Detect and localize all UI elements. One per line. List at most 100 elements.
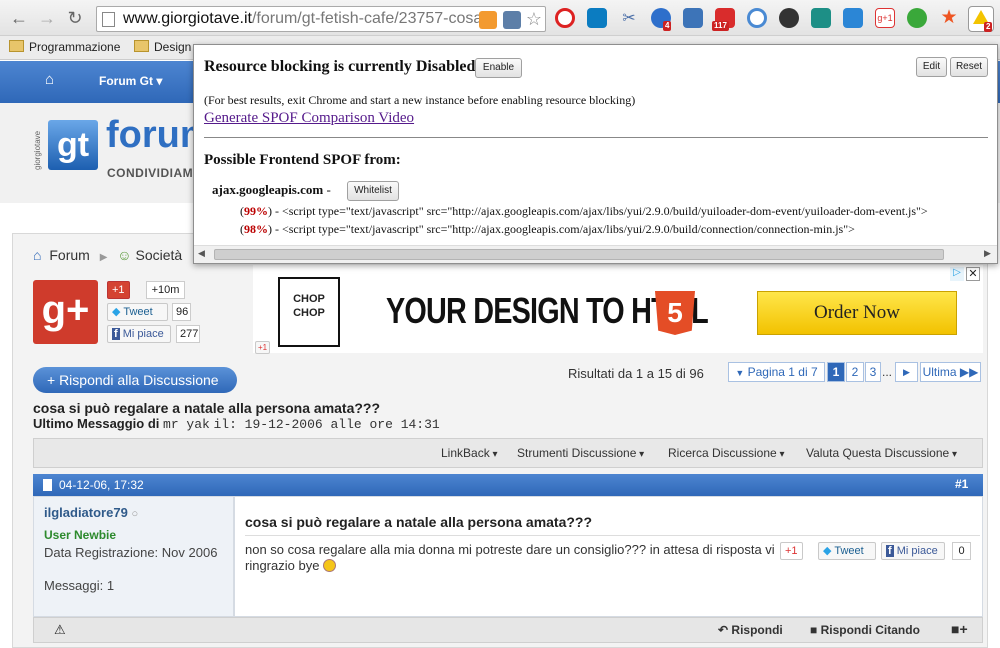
favorite-star-icon[interactable]: ★ <box>939 8 959 28</box>
scrollbar-thumb[interactable] <box>214 249 944 260</box>
tweet-label: Tweet <box>123 306 153 318</box>
logo-mark[interactable]: gt <box>48 120 98 170</box>
post-like-count: 0 <box>952 542 971 560</box>
adchoices-icon[interactable]: ▷ <box>950 267 964 281</box>
reply-thread-button[interactable]: + Rispondi alla Discussione <box>33 367 237 393</box>
popup-note: (For best results, exit Chrome and start… <box>204 93 636 107</box>
back-icon[interactable]: ← <box>8 7 30 29</box>
spof-host: ajax.googleapis.com - <box>212 182 331 198</box>
post-twitter-icon: ◆ <box>823 545 832 557</box>
bookmark-folder-programmazione[interactable]: Programmazione <box>9 40 120 54</box>
robot-icon[interactable] <box>907 8 927 28</box>
pager-next[interactable]: ▶ <box>895 362 918 382</box>
report-warning-icon[interactable]: ⚠ <box>54 622 66 638</box>
spof-script-1: (99%) - <script type="text/javascript" s… <box>240 204 928 218</box>
spof-heading: Possible Frontend SPOF from: <box>204 152 401 168</box>
mail-badge: 4 <box>663 21 672 31</box>
gear-icon[interactable] <box>779 8 799 28</box>
screen-icon[interactable] <box>683 8 703 28</box>
address-bar[interactable]: www.giorgiotave.it/forum/gt-fetish-cafe/… <box>96 6 546 32</box>
forward-icon[interactable]: → <box>36 7 58 29</box>
twitter-icon: ◆ <box>112 306 121 318</box>
page-1[interactable]: 1 <box>827 362 845 382</box>
browser-toolbar: ← → ↻ www.giorgiotave.it/forum/gt-fetish… <box>0 0 1000 36</box>
post-count: Messaggi: 1 <box>44 578 115 593</box>
spof-script-2-text: - <script type="text/javascript" src="ht… <box>275 222 855 236</box>
logo-side-text: giorgiotave <box>33 130 42 170</box>
edit-button[interactable]: Edit <box>916 57 947 77</box>
quote-bubble-icon: ■ <box>810 623 818 637</box>
ad-order-button[interactable]: Order Now <box>757 291 957 335</box>
post-date: 04-12-06, 17:32 <box>59 478 144 492</box>
last-message-user[interactable]: mr yak <box>163 417 210 432</box>
reload-icon[interactable]: ↻ <box>64 7 86 29</box>
quote-post-button[interactable]: ■ Rispondi Citando <box>810 623 920 637</box>
tablet-icon[interactable] <box>843 8 863 28</box>
post-author-panel: ilgladiatore79 ○ User Newbie Data Regist… <box>33 496 234 617</box>
bookmark-folder-design[interactable]: Design <box>134 40 191 54</box>
bookmark-manager-icon[interactable] <box>503 11 521 29</box>
home-small-icon[interactable]: ⌂ <box>33 247 41 263</box>
tool-linkback[interactable]: LinkBack <box>441 446 498 460</box>
wave-icon[interactable] <box>811 8 831 28</box>
page-3[interactable]: 3 <box>865 362 881 382</box>
adblock-icon[interactable] <box>555 8 575 28</box>
gplus-logo[interactable]: g+ <box>33 280 98 344</box>
whitelist-button[interactable]: Whitelist <box>347 181 399 201</box>
spof-script-1-text: - <script type="text/javascript" src="ht… <box>275 204 928 218</box>
reply-post-label: Rispondi <box>731 623 783 637</box>
page-icon <box>102 12 115 27</box>
smiley-icon <box>323 559 337 572</box>
spof-popup: Resource blocking is currently Disabled … <box>193 44 998 264</box>
post-title: cosa si può regalare a natale alla perso… <box>245 514 593 530</box>
pager-last[interactable]: Ultima ▶▶ <box>920 362 981 382</box>
home-icon[interactable]: ⌂ <box>45 71 54 88</box>
rings-icon[interactable] <box>747 8 767 28</box>
generate-video-link[interactable]: Generate SPOF Comparison Video <box>204 110 414 127</box>
gplus-button[interactable]: +1 <box>107 281 130 299</box>
breadcrumb: ⌂ Forum ▶ ☺ Società <box>33 247 182 263</box>
offline-icon: ○ <box>131 508 139 520</box>
rss-icon[interactable] <box>479 11 497 29</box>
tweet-button[interactable]: ◆ Tweet <box>107 303 168 321</box>
breadcrumb-forum[interactable]: Forum <box>49 247 89 263</box>
ad-gplus-small[interactable]: +1 <box>255 341 271 354</box>
breadcrumb-section[interactable]: Società <box>135 247 182 263</box>
ad-close-icon[interactable]: ✕ <box>966 267 980 281</box>
spof-host-dash: - <box>326 182 331 197</box>
scroll-left-icon[interactable]: ◀ <box>198 248 205 259</box>
popup-horizontal-scrollbar[interactable]: ◀ ▶ <box>194 245 997 263</box>
html5-badge: 5 <box>655 291 695 335</box>
reset-button[interactable]: Reset <box>950 57 988 77</box>
post-like-button[interactable]: f Mi piace <box>881 542 945 560</box>
tool-strumenti[interactable]: Strumenti Discussione <box>517 446 644 460</box>
post-tweet-button[interactable]: ◆ Tweet <box>818 542 876 560</box>
popup-status: Resource blocking is currently Disabled <box>204 58 476 75</box>
spof-script-1-pct: 99% <box>244 204 268 218</box>
url-text: www.giorgiotave.it/forum/gt-fetish-cafe/… <box>123 10 483 27</box>
reply-arrow-icon: ↶ <box>718 623 729 637</box>
post-username[interactable]: ilgladiatore79 ○ <box>44 505 138 520</box>
gplus-ext-icon[interactable]: g+1 <box>875 8 895 28</box>
ad-brand-line2: CHOP <box>293 307 325 319</box>
nav-forum-gt[interactable]: Forum Gt ▾ <box>99 74 162 88</box>
pager-ellipsis: ... <box>882 365 893 379</box>
spof-script-2: (98%) - <script type="text/javascript" s… <box>240 222 855 236</box>
like-button[interactable]: f Mi piace <box>107 325 171 343</box>
reply-post-button[interactable]: ↶ Rispondi <box>718 623 783 637</box>
scroll-right-icon[interactable]: ▶ <box>984 248 991 259</box>
tool-ricerca[interactable]: Ricerca Discussione <box>668 446 785 460</box>
post-username-text: ilgladiatore79 <box>44 505 128 520</box>
tool-valuta[interactable]: Valuta Questa Discussione <box>806 446 957 460</box>
infinity-icon[interactable] <box>587 8 607 28</box>
multiquote-icon[interactable]: ■+ <box>951 621 968 637</box>
scissors-icon[interactable]: ✂ <box>619 8 639 28</box>
page-2[interactable]: 2 <box>846 362 864 382</box>
pager-dropdown[interactable]: ▼ Pagina 1 di 7 <box>728 362 825 382</box>
star-icon[interactable]: ☆ <box>525 9 543 29</box>
ad-brand-logo: CHOP CHOP <box>278 277 340 347</box>
post-gplus-button[interactable]: +1 <box>780 542 803 560</box>
enable-button[interactable]: Enable <box>475 58 522 78</box>
post-number[interactable]: #1 <box>955 477 968 491</box>
post-content: cosa si può regalare a natale alla perso… <box>234 496 983 617</box>
